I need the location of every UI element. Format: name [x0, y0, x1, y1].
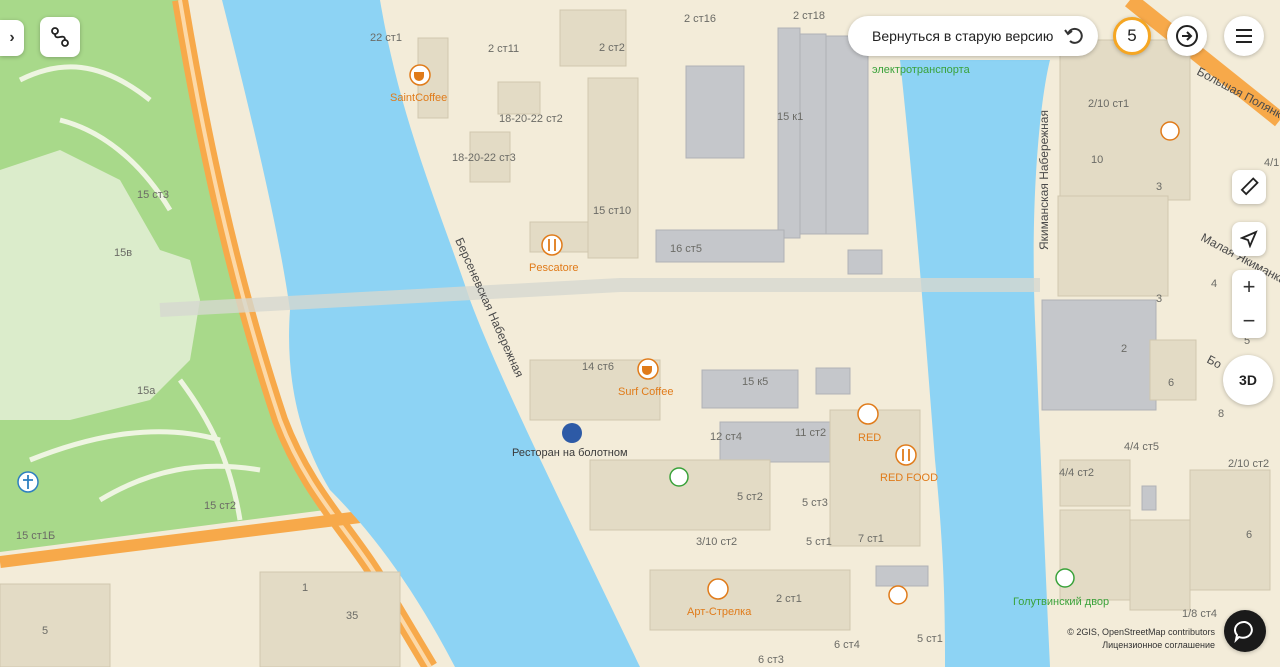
zoom-out-button[interactable]: − [1232, 304, 1266, 338]
svg-text:14 ст6: 14 ст6 [582, 361, 614, 373]
svg-text:4/4 ст5: 4/4 ст5 [1124, 441, 1159, 453]
svg-text:35: 35 [346, 610, 358, 622]
svg-text:Pescatore: Pescatore [529, 262, 579, 274]
svg-text:5 ст2: 5 ст2 [737, 491, 763, 503]
menu-button[interactable] [1224, 16, 1264, 56]
svg-text:1: 1 [302, 582, 308, 594]
svg-text:4/4 ст2: 4/4 ст2 [1059, 467, 1094, 479]
svg-text:4/1: 4/1 [1264, 157, 1279, 169]
zoom-level-badge[interactable]: 5 [1113, 17, 1151, 55]
3d-label: 3D [1239, 372, 1257, 388]
svg-text:6: 6 [1168, 377, 1174, 389]
zoom-controls: + − [1232, 270, 1266, 338]
route-icon [51, 27, 69, 47]
svg-text:2/10 ст1: 2/10 ст1 [1088, 98, 1129, 110]
svg-text:4: 4 [1211, 278, 1217, 290]
svg-text:15 к1: 15 к1 [777, 111, 803, 123]
svg-text:18-20-22 ст3: 18-20-22 ст3 [452, 152, 516, 164]
svg-text:22 ст1: 22 ст1 [370, 32, 402, 44]
chevron-right-icon: › [9, 29, 15, 46]
svg-text:7 ст1: 7 ст1 [858, 533, 884, 545]
svg-text:Surf Coffee: Surf Coffee [618, 386, 673, 398]
svg-text:16 ст5: 16 ст5 [670, 243, 702, 255]
svg-text:15 ст3: 15 ст3 [137, 189, 169, 201]
svg-text:2 ст2: 2 ст2 [599, 42, 625, 54]
route-button[interactable] [40, 17, 80, 57]
svg-text:5 ст1: 5 ст1 [917, 633, 943, 645]
3d-toggle-button[interactable]: 3D [1223, 355, 1273, 405]
old-version-label: Вернуться в старую версию [872, 28, 1054, 44]
svg-text:2 ст1: 2 ст1 [776, 593, 802, 605]
svg-text:15 ст10: 15 ст10 [593, 205, 631, 217]
ruler-icon [1240, 177, 1259, 196]
svg-text:8: 8 [1218, 408, 1224, 420]
svg-text:15 к5: 15 к5 [742, 376, 768, 388]
attribution-osm[interactable]: © 2GIS, OpenStreetMap contributors [1055, 626, 1215, 639]
login-icon [1176, 25, 1198, 47]
svg-text:15а: 15а [137, 385, 156, 397]
svg-text:15 ст2: 15 ст2 [204, 500, 236, 512]
svg-text:2: 2 [1121, 343, 1127, 355]
undo-icon [1064, 27, 1083, 44]
chat-button[interactable] [1224, 610, 1266, 652]
svg-text:RED: RED [858, 432, 881, 444]
svg-text:2 ст11: 2 ст11 [488, 43, 519, 55]
svg-text:18-20-22 ст2: 18-20-22 ст2 [499, 113, 563, 125]
svg-text:5: 5 [42, 625, 48, 637]
poi-church[interactable] [17, 471, 39, 493]
svg-text:RED FOOD: RED FOOD [880, 472, 938, 484]
svg-text:6 ст4: 6 ст4 [834, 639, 860, 651]
svg-text:2/10 ст2: 2/10 ст2 [1228, 458, 1269, 470]
map-canvas[interactable]: Берсеневская Набережная Якиманская Набер… [0, 0, 1280, 667]
ruler-button[interactable] [1232, 170, 1266, 204]
street-yakimanskaya: Якиманская Набережная [1037, 110, 1051, 250]
svg-text:Голутвинский двор: Голутвинский двор [1013, 596, 1109, 608]
svg-text:6 ст3: 6 ст3 [758, 654, 784, 666]
svg-text:10: 10 [1091, 154, 1103, 166]
svg-text:3: 3 [1156, 293, 1162, 305]
menu-icon [1236, 29, 1252, 43]
chat-icon [1234, 620, 1253, 643]
svg-text:15в: 15в [114, 247, 132, 259]
svg-text:6: 6 [1246, 529, 1252, 541]
svg-text:3: 3 [1156, 181, 1162, 193]
svg-text:Арт-Стрелка: Арт-Стрелка [687, 606, 752, 618]
svg-text:5 ст3: 5 ст3 [802, 497, 828, 509]
svg-text:Ресторан на болотном: Ресторан на болотном [512, 447, 628, 459]
zoom-in-button[interactable]: + [1232, 270, 1266, 304]
svg-text:1/8 ст4: 1/8 ст4 [1182, 608, 1217, 620]
svg-text:3/10 ст2: 3/10 ст2 [696, 536, 737, 548]
poi-theater-right[interactable] [1160, 121, 1180, 141]
svg-text:11 ст2: 11 ст2 [795, 427, 826, 439]
svg-text:15 ст1Б: 15 ст1Б [16, 530, 55, 542]
my-location-button[interactable] [1232, 222, 1266, 256]
expand-sidebar-button[interactable]: › [0, 20, 24, 56]
attribution: © 2GIS, OpenStreetMap contributors Лицен… [1055, 626, 1215, 652]
poi-cinema[interactable] [888, 585, 908, 605]
svg-text:5 ст1: 5 ст1 [806, 536, 832, 548]
poi-hotel[interactable] [669, 467, 689, 487]
location-arrow-icon [1240, 230, 1258, 248]
zoom-level-value: 5 [1127, 26, 1137, 45]
svg-text:2 ст18: 2 ст18 [793, 10, 825, 22]
svg-text:SaintCoffee: SaintCoffee [390, 92, 447, 104]
svg-text:2 ст16: 2 ст16 [684, 13, 716, 25]
label-electro-transport: электротранспорта [872, 64, 971, 76]
login-button[interactable] [1167, 16, 1207, 56]
old-version-button[interactable]: Вернуться в старую версию [848, 16, 1098, 56]
license-link[interactable]: Лицензионное соглашение [1055, 639, 1215, 652]
svg-text:12 ст4: 12 ст4 [710, 431, 742, 443]
